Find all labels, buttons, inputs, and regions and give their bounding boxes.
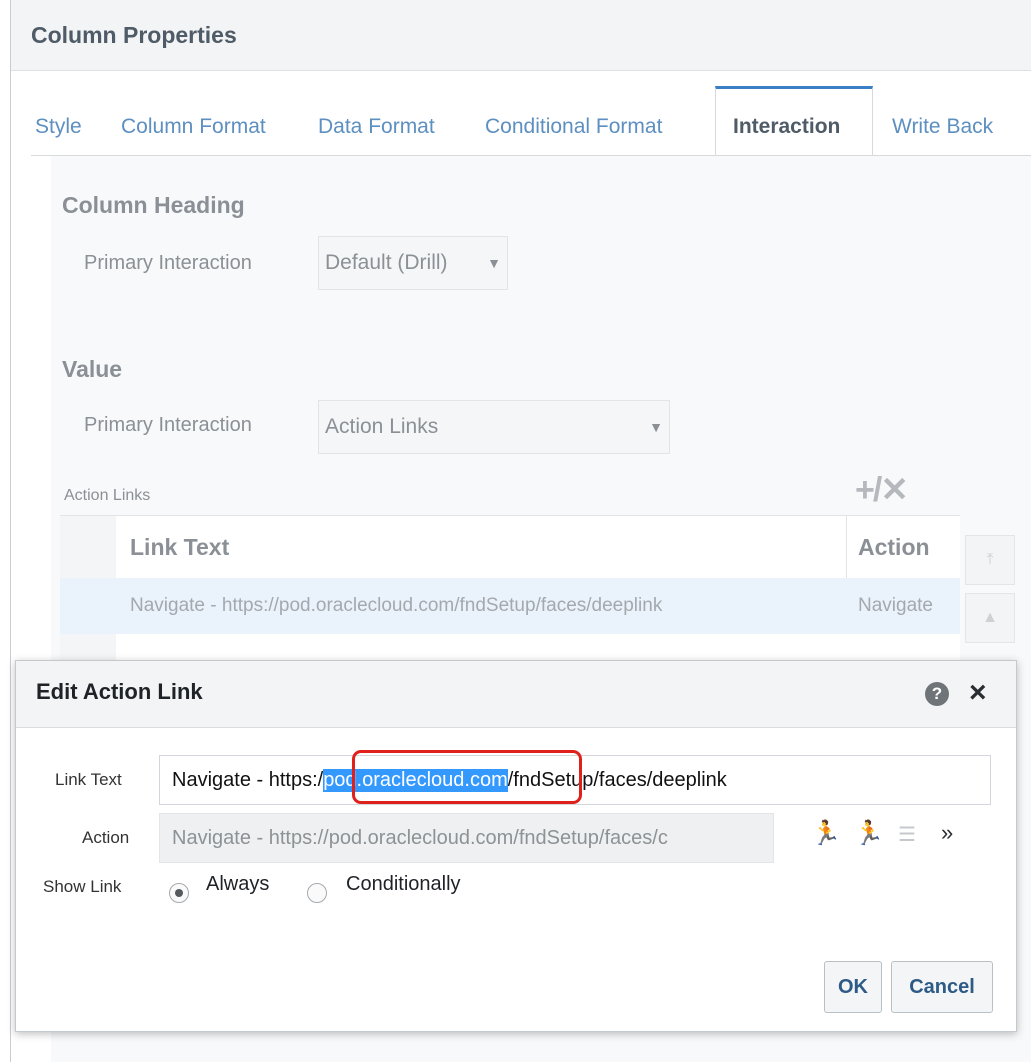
value-primary-interaction-value: Action Links [325, 415, 439, 438]
column-header-link-text[interactable]: Link Text [130, 516, 229, 578]
link-text-before: Navigate - https:/ [172, 768, 324, 791]
tab-data-format[interactable]: Data Format [318, 115, 435, 139]
always-label: Always [206, 873, 270, 895]
ok-button[interactable]: OK [824, 961, 882, 1013]
close-icon[interactable]: × [969, 675, 987, 711]
conditionally-radio[interactable] [307, 883, 327, 903]
action-value: Navigate - https://pod.oraclecloud.com/f… [172, 826, 668, 849]
window-header: Column Properties [11, 0, 1031, 71]
highlight-annotation [352, 750, 582, 804]
list-icon[interactable]: ☰ [898, 822, 916, 847]
edit-action-link-dialog: Edit Action Link ? × Link Text Navigate … [15, 660, 1017, 1032]
show-link-label: Show Link [43, 877, 122, 896]
action-links-table: Link Text Action Navigate - https://pod.… [60, 515, 960, 661]
move-to-top-button[interactable]: ⤒ [965, 535, 1015, 585]
chevron-up-icon: ▲ [982, 609, 998, 626]
row-link-text-cell: Navigate - https://pod.oraclecloud.com/f… [130, 595, 663, 616]
add-icon[interactable]: + [855, 471, 875, 509]
value-section-title: Value [62, 356, 123, 382]
tab-style[interactable]: Style [35, 115, 82, 139]
heading-primary-interaction-value: Default (Drill) [325, 251, 448, 274]
more-icon[interactable]: » [941, 820, 953, 846]
conditionally-label: Conditionally [346, 873, 461, 895]
delete-icon[interactable]: ✕ [880, 471, 908, 509]
heading-primary-interaction-select[interactable]: Default (Drill) ▼ [318, 236, 508, 290]
dialog-header: Edit Action Link ? × [16, 661, 1016, 728]
chevron-down-icon: ▼ [487, 255, 501, 271]
help-icon[interactable]: ? [925, 682, 949, 706]
value-primary-interaction-label: Primary Interaction [84, 414, 252, 436]
tab-column-format[interactable]: Column Format [121, 115, 266, 139]
create-action-icon[interactable]: 🏃 [811, 819, 841, 848]
cancel-button[interactable]: Cancel [891, 961, 993, 1013]
row-action-cell: Navigate [858, 595, 933, 616]
action-links-toolbar: +/✕ [855, 470, 909, 510]
move-top-icon: ⤒ [986, 551, 994, 568]
column-heading-title: Column Heading [62, 192, 245, 218]
action-label: Action [82, 828, 130, 847]
dialog-title: Edit Action Link [36, 679, 203, 704]
tab-interaction[interactable]: Interaction [733, 115, 840, 139]
heading-primary-interaction-label: Primary Interaction [84, 252, 252, 274]
action-field: Navigate - https://pod.oraclecloud.com/f… [159, 813, 774, 863]
value-primary-interaction-select[interactable]: Action Links ▼ [318, 400, 670, 454]
window-title: Column Properties [31, 22, 237, 48]
always-radio[interactable] [169, 883, 189, 903]
column-header-action[interactable]: Action [858, 516, 930, 578]
tab-conditional-format[interactable]: Conditional Format [485, 115, 662, 139]
link-text-label: Link Text [55, 770, 122, 789]
run-action-icon[interactable]: 🏃 [854, 819, 884, 848]
move-up-button[interactable]: ▲ [965, 593, 1015, 643]
column-divider [846, 516, 847, 578]
tab-write-back[interactable]: Write Back [892, 115, 993, 139]
action-links-label: Action Links [64, 487, 151, 504]
chevron-down-icon: ▼ [649, 419, 663, 435]
